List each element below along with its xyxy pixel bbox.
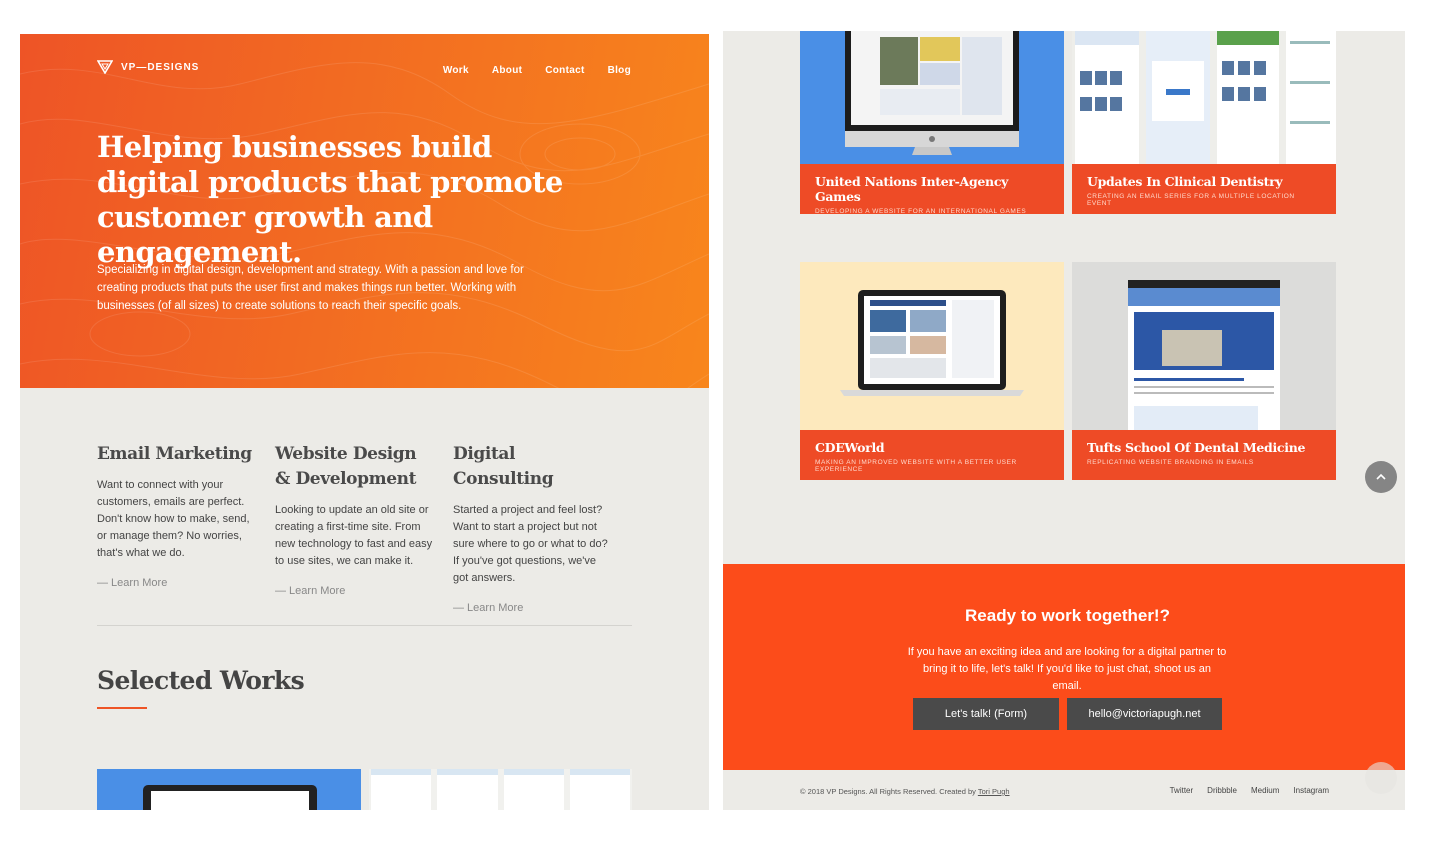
email-mockups bbox=[1075, 31, 1336, 164]
learn-more-link[interactable]: — Learn More bbox=[453, 602, 613, 614]
work-subtitle: Developing a website for an internationa… bbox=[815, 208, 1027, 215]
hero-section: VP—DESIGNS Work About Contact Blog Helpi… bbox=[20, 34, 709, 388]
copyright-text: © 2018 VP Designs. All Rights Reserved. … bbox=[800, 787, 1010, 796]
work-caption: Tufts School Of Dental Medicine Replicat… bbox=[1072, 430, 1336, 480]
service-website-design: Website Design & Development Looking to … bbox=[275, 442, 435, 597]
service-text: Looking to update an old site or creatin… bbox=[275, 504, 433, 567]
work-image bbox=[1072, 31, 1336, 164]
service-text: Started a project and feel lost? Want to… bbox=[453, 504, 608, 584]
section-divider bbox=[97, 625, 632, 626]
work-caption: United Nations Inter-Agency Games Develo… bbox=[800, 164, 1064, 215]
dribbble-link[interactable]: Dribbble bbox=[1207, 786, 1237, 795]
social-links: Twitter Dribbble Medium Instagram bbox=[1170, 786, 1329, 795]
email-button[interactable]: hello@victoriapugh.net bbox=[1067, 698, 1222, 730]
nav-blog[interactable]: Blog bbox=[608, 65, 631, 76]
work-thumbnail-emails[interactable] bbox=[369, 769, 632, 810]
nav-about[interactable]: About bbox=[492, 65, 522, 76]
service-title: Website Design & Development bbox=[275, 444, 417, 489]
triangle-logo-icon bbox=[97, 60, 113, 74]
scroll-to-top-ghost bbox=[1365, 762, 1397, 794]
work-subtitle: Making an improved website with a better… bbox=[815, 459, 1017, 473]
title-underline bbox=[97, 707, 147, 709]
service-title: Digital Consulting bbox=[453, 444, 554, 489]
site-footer: © 2018 VP Designs. All Rights Reserved. … bbox=[723, 770, 1405, 810]
email-preview bbox=[569, 769, 630, 810]
call-to-action-section: Ready to work together!? If you have an … bbox=[723, 564, 1405, 770]
scroll-to-top-button[interactable] bbox=[1365, 461, 1397, 493]
chevron-up-icon bbox=[1376, 473, 1386, 480]
work-image bbox=[1072, 262, 1336, 430]
email-preview bbox=[437, 769, 498, 810]
selected-works-title: Selected Works bbox=[97, 666, 305, 695]
contact-form-button[interactable]: Let's talk! (Form) bbox=[913, 698, 1059, 730]
service-title: Email Marketing bbox=[97, 444, 252, 464]
work-thumbnail-website[interactable] bbox=[97, 769, 361, 810]
service-email-marketing: Email Marketing Want to connect with you… bbox=[97, 442, 257, 589]
work-title: CDEWorld bbox=[815, 440, 885, 455]
hero-title: Helping businesses build digital product… bbox=[97, 130, 563, 269]
learn-more-link[interactable]: — Learn More bbox=[275, 585, 435, 597]
main-nav: Work About Contact Blog bbox=[420, 65, 631, 76]
service-digital-consulting: Digital Consulting Started a project and… bbox=[453, 442, 613, 614]
nav-work[interactable]: Work bbox=[443, 65, 469, 76]
author-link[interactable]: Tori Pugh bbox=[978, 787, 1010, 796]
work-title: Updates In Clinical Dentistry bbox=[1087, 174, 1283, 189]
copyright-label: © 2018 VP Designs. All Rights Reserved. … bbox=[800, 787, 976, 796]
email-mockup bbox=[1128, 280, 1280, 430]
learn-more-link[interactable]: — Learn More bbox=[97, 577, 257, 589]
imac-mockup bbox=[845, 31, 1019, 155]
email-preview bbox=[371, 769, 432, 810]
work-caption: CDEWorld Making an improved website with… bbox=[800, 430, 1064, 480]
instagram-link[interactable]: Instagram bbox=[1293, 786, 1329, 795]
work-image bbox=[800, 262, 1064, 430]
monitor-screen bbox=[151, 791, 309, 810]
work-subtitle: Creating an email series for a multiple … bbox=[1087, 193, 1295, 207]
twitter-link[interactable]: Twitter bbox=[1170, 786, 1194, 795]
work-caption: Updates In Clinical Dentistry Creating a… bbox=[1072, 164, 1336, 214]
logo-text: VP—DESIGNS bbox=[121, 61, 200, 73]
work-title: United Nations Inter-Agency Games bbox=[815, 174, 1009, 204]
medium-link[interactable]: Medium bbox=[1251, 786, 1279, 795]
cta-text: If you have an exciting idea and are loo… bbox=[907, 646, 1227, 692]
portfolio-panel: United Nations Inter-Agency Games Develo… bbox=[723, 31, 1405, 810]
homepage-panel: VP—DESIGNS Work About Contact Blog Helpi… bbox=[20, 34, 709, 810]
hero-description: Specializing in digital design, developm… bbox=[97, 264, 524, 312]
brand-logo[interactable]: VP—DESIGNS bbox=[97, 60, 199, 74]
email-preview bbox=[503, 769, 564, 810]
work-image bbox=[800, 31, 1064, 164]
work-subtitle: Replicating website branding in emails bbox=[1087, 459, 1254, 466]
work-title: Tufts School Of Dental Medicine bbox=[1087, 440, 1306, 455]
cta-title: Ready to work together!? bbox=[965, 606, 1170, 625]
nav-contact[interactable]: Contact bbox=[545, 65, 584, 76]
laptop-mockup bbox=[840, 290, 1024, 396]
service-text: Want to connect with your customers, ema… bbox=[97, 479, 250, 559]
